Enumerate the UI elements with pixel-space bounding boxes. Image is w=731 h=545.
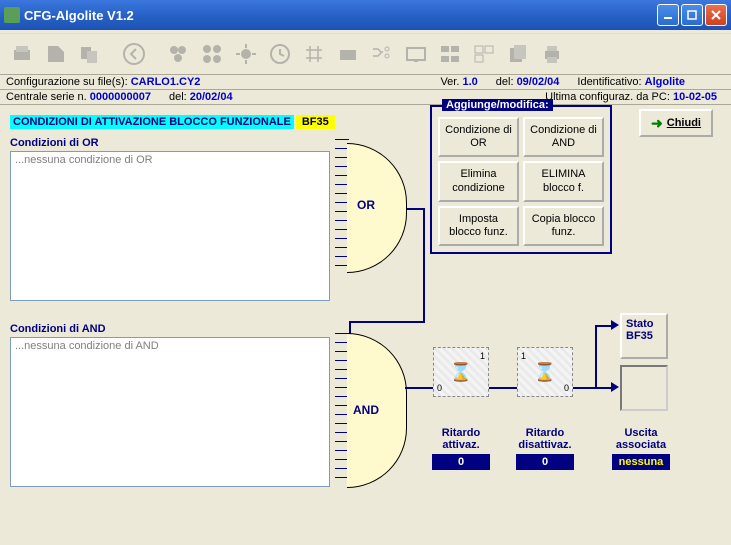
or-gate-label: OR bbox=[357, 198, 375, 212]
toolbar-btn-3[interactable] bbox=[74, 38, 106, 70]
close-arrow-icon: ➜ bbox=[651, 115, 663, 132]
id-label: Identificativo: bbox=[577, 76, 644, 88]
delete-condition-button[interactable]: Elimina condizione bbox=[438, 161, 519, 201]
delete-block-button[interactable]: ELIMINA blocco f. bbox=[523, 161, 604, 201]
toolbar-btn-1[interactable] bbox=[6, 38, 38, 70]
toolbar-btn-13[interactable] bbox=[434, 38, 466, 70]
and-gate: AND bbox=[347, 333, 417, 488]
last-config-value: 10-02-05 bbox=[673, 91, 717, 103]
and-gate-label: AND bbox=[353, 403, 379, 417]
and-conditions-list[interactable]: ...nessuna condizione di AND bbox=[10, 337, 330, 487]
window-close-button[interactable] bbox=[705, 4, 727, 26]
deactivation-delay-icon[interactable]: 1 ⌛ 0 bbox=[517, 347, 573, 397]
id-value: Algolite bbox=[645, 76, 685, 88]
state-box[interactable]: Stato BF35 bbox=[620, 313, 668, 363]
output-label: Uscita associata bbox=[605, 427, 677, 451]
set-block-button[interactable]: Imposta blocco funz. bbox=[438, 206, 519, 246]
gate-diagram: OR AND bbox=[335, 133, 425, 513]
config-value: CARLO1.CY2 bbox=[131, 76, 201, 88]
toolbar-btn-15[interactable] bbox=[502, 38, 534, 70]
toolbar-btn-7[interactable] bbox=[230, 38, 262, 70]
del-label-2: del: bbox=[169, 91, 190, 103]
info-bar-serial: Centrale serie n. 0000000007 del: 20/02/… bbox=[0, 90, 731, 105]
or-placeholder: ...nessuna condizione di OR bbox=[15, 154, 153, 166]
serial-label: Centrale serie n. bbox=[6, 91, 90, 103]
state-label: Stato bbox=[626, 318, 654, 330]
activation-delay-value: 0 bbox=[432, 454, 490, 470]
minimize-button[interactable] bbox=[657, 4, 679, 26]
edit-group-title: Aggiunge/modifica: bbox=[442, 99, 553, 111]
edit-buttons-group: Aggiunge/modifica: Condizione di OR Cond… bbox=[430, 105, 612, 254]
toolbar-btn-14[interactable] bbox=[468, 38, 500, 70]
section-title: CONDIZIONI DI ATTIVAZIONE BLOCCO FUNZION… bbox=[10, 115, 294, 129]
toolbar-btn-9[interactable] bbox=[298, 38, 330, 70]
or-conditions-list[interactable]: ...nessuna condizione di OR bbox=[10, 151, 330, 301]
activation-delay-icon[interactable]: ⌛ 1 0 bbox=[433, 347, 489, 397]
toolbar-print-button[interactable] bbox=[536, 38, 568, 70]
activation-delay-label: Ritardo attivaz. bbox=[425, 427, 497, 451]
toolbar-btn-8[interactable] bbox=[264, 38, 296, 70]
del-value-2: 20/02/04 bbox=[190, 91, 233, 103]
main-panel: CONDIZIONI DI ATTIVAZIONE BLOCCO FUNZION… bbox=[0, 105, 731, 545]
ver-value: 1.0 bbox=[462, 76, 477, 88]
output-box[interactable] bbox=[620, 365, 668, 415]
title-bar: CFG-Algolite V1.2 bbox=[0, 0, 731, 30]
toolbar bbox=[0, 34, 731, 75]
ver-label: Ver. bbox=[440, 76, 462, 88]
toolbar-back-button[interactable] bbox=[118, 38, 150, 70]
state-bf: BF35 bbox=[626, 330, 653, 342]
close-button[interactable]: ➜ Chiudi bbox=[639, 109, 713, 137]
toolbar-btn-11[interactable] bbox=[366, 38, 398, 70]
serial-value: 0000000007 bbox=[90, 91, 151, 103]
config-label: Configurazione su file(s): bbox=[6, 76, 131, 88]
del-label-1: del: bbox=[496, 76, 517, 88]
toolbar-btn-10[interactable] bbox=[332, 38, 364, 70]
deactivation-delay-value: 0 bbox=[516, 454, 574, 470]
and-placeholder: ...nessuna condizione di AND bbox=[15, 340, 159, 352]
close-label: Chiudi bbox=[667, 117, 701, 129]
copy-block-button[interactable]: Copia blocco funz. bbox=[523, 206, 604, 246]
deactivation-delay: 1 ⌛ 0 bbox=[509, 347, 581, 401]
bf-badge: BF35 bbox=[296, 115, 335, 129]
deactivation-delay-label: Ritardo disattivaz. bbox=[509, 427, 581, 451]
toolbar-btn-6[interactable] bbox=[196, 38, 228, 70]
add-and-condition-button[interactable]: Condizione di AND bbox=[523, 117, 604, 157]
output-value: nessuna bbox=[612, 454, 670, 470]
toolbar-btn-12[interactable] bbox=[400, 38, 432, 70]
window-title: CFG-Algolite V1.2 bbox=[24, 8, 657, 23]
maximize-button[interactable] bbox=[681, 4, 703, 26]
activation-delay: ⌛ 1 0 bbox=[425, 347, 497, 401]
info-bar-config: Configurazione su file(s): CARLO1.CY2 Ve… bbox=[0, 75, 731, 90]
toolbar-btn-5[interactable] bbox=[162, 38, 194, 70]
add-or-condition-button[interactable]: Condizione di OR bbox=[438, 117, 519, 157]
del-value-1: 09/02/04 bbox=[517, 76, 560, 88]
app-icon bbox=[4, 7, 20, 23]
last-config-label: Ultima configuraz. da PC: bbox=[545, 91, 673, 103]
hourglass-icon: ⌛ bbox=[534, 362, 556, 383]
hourglass-icon: ⌛ bbox=[450, 362, 472, 383]
toolbar-btn-2[interactable] bbox=[40, 38, 72, 70]
